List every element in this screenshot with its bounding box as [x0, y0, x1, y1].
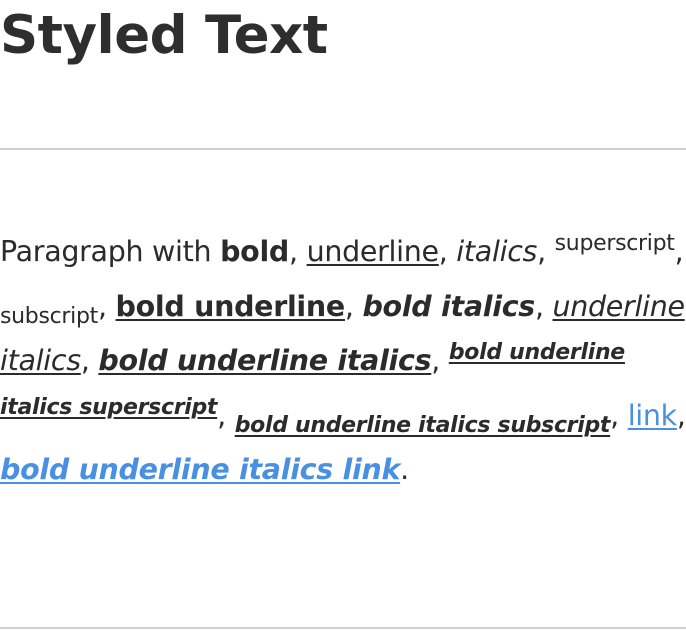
subscript-text: subscript — [0, 304, 98, 330]
plain-link[interactable]: link — [628, 399, 678, 432]
separator: , — [289, 235, 307, 268]
bottom-divider — [0, 627, 686, 629]
separator: , — [674, 235, 684, 268]
separator: , — [438, 235, 457, 268]
bold-underline-italics-link[interactable]: bold underline italics link — [0, 453, 400, 486]
separator: , — [80, 344, 99, 377]
separator: , — [676, 398, 686, 432]
paragraph-end: . — [400, 453, 409, 486]
italics-text: italics — [456, 235, 538, 268]
superscript-text: superscript — [554, 231, 675, 256]
separator: , — [537, 235, 555, 268]
bold-underline-italics-subscript-text: bold underline italics subscript — [234, 413, 611, 439]
separator: , — [344, 289, 363, 323]
separator: , — [431, 344, 449, 377]
underline-text: underline — [306, 235, 440, 268]
styled-paragraph: Paragraph with bold, underline, italics,… — [0, 225, 686, 498]
bold-underline-italics-text: bold underline italics — [98, 344, 432, 377]
bold-italics-text: bold italics — [362, 289, 535, 323]
page-title: Styled Text — [0, 5, 328, 66]
separator: , — [97, 289, 116, 323]
separator: , — [534, 289, 553, 323]
intro-text: Paragraph with — [0, 235, 221, 268]
bold-text: bold — [220, 235, 290, 268]
top-divider — [0, 148, 686, 150]
bold-underline-text: bold underline — [115, 289, 346, 323]
separator: , — [610, 398, 628, 432]
separator: , — [217, 398, 235, 432]
